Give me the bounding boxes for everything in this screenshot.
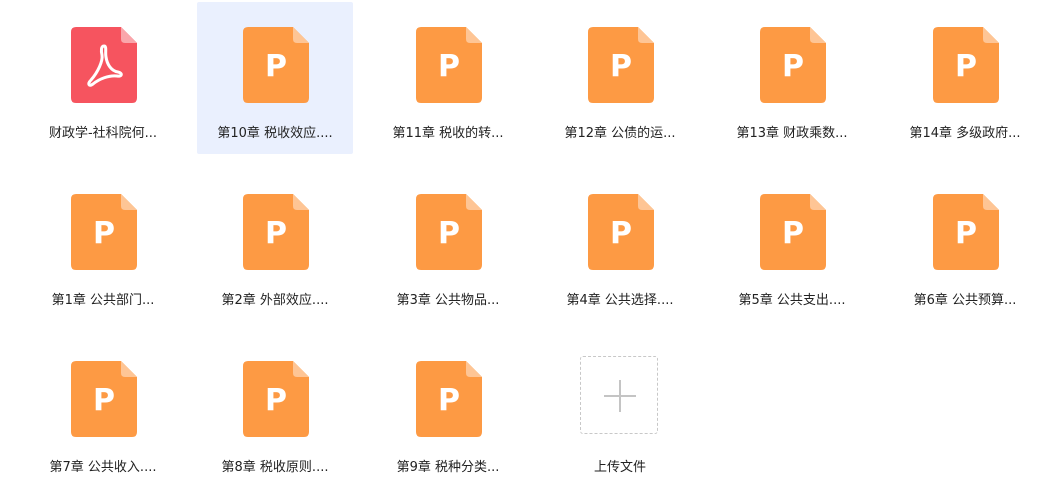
ppt-icon: P	[243, 361, 309, 437]
file-name: 第8章 税收原则....	[221, 460, 329, 475]
file-name: 第2章 外部效应....	[221, 293, 329, 308]
file-name: 第13章 财政乘数...	[736, 126, 848, 141]
svg-text:P: P	[610, 49, 632, 84]
svg-text:P: P	[782, 216, 804, 251]
ppt-icon: P	[416, 27, 482, 103]
file-tile[interactable]: P 第13章 财政乘数...	[714, 2, 870, 154]
file-name: 财政学-社科院何...	[48, 126, 158, 141]
pdf-icon	[71, 27, 137, 103]
file-tile[interactable]: 财政学-社科院何...	[25, 2, 181, 154]
file-name: 第9章 税种分类...	[396, 460, 500, 475]
file-tile[interactable]: P 第2章 外部效应....	[197, 169, 353, 321]
file-name: 第6章 公共预算...	[913, 293, 1017, 308]
file-tile[interactable]: P 第10章 税收效应....	[197, 2, 353, 154]
file-tile[interactable]: P 第14章 多级政府...	[887, 2, 1043, 154]
file-name: 第7章 公共收入....	[49, 460, 157, 475]
upload-tile[interactable]: 上传文件	[542, 336, 698, 488]
svg-text:P: P	[610, 216, 632, 251]
file-tile[interactable]: P 第1章 公共部门...	[25, 169, 181, 321]
plus-icon	[604, 380, 636, 412]
svg-text:P: P	[265, 216, 287, 251]
svg-text:P: P	[782, 49, 804, 84]
ppt-icon: P	[416, 194, 482, 270]
file-tile[interactable]: P 第7章 公共收入....	[25, 336, 181, 488]
file-tile[interactable]: P 第8章 税收原则....	[197, 336, 353, 488]
ppt-icon: P	[416, 361, 482, 437]
ppt-icon: P	[71, 361, 137, 437]
file-name: 第5章 公共支出....	[738, 293, 846, 308]
file-name: 第11章 税收的转...	[392, 126, 504, 141]
file-name: 第12章 公债的运...	[564, 126, 676, 141]
svg-text:P: P	[438, 383, 460, 418]
file-name: 第10章 税收效应....	[217, 126, 333, 141]
ppt-icon: P	[243, 27, 309, 103]
ppt-icon: P	[760, 194, 826, 270]
ppt-icon: P	[71, 194, 137, 270]
file-name: 第3章 公共物品...	[396, 293, 500, 308]
ppt-icon: P	[933, 27, 999, 103]
svg-text:P: P	[438, 49, 460, 84]
svg-text:P: P	[955, 216, 977, 251]
ppt-icon: P	[588, 27, 654, 103]
ppt-icon: P	[933, 194, 999, 270]
ppt-icon: P	[243, 194, 309, 270]
upload-label: 上传文件	[593, 460, 646, 475]
ppt-icon: P	[760, 27, 826, 103]
upload-button[interactable]	[580, 356, 658, 434]
file-tile[interactable]: P 第4章 公共选择....	[542, 169, 698, 321]
file-tile[interactable]: P 第6章 公共预算...	[887, 169, 1043, 321]
file-tile[interactable]: P 第5章 公共支出....	[714, 169, 870, 321]
svg-text:P: P	[93, 216, 115, 251]
file-grid: 财政学-社科院何... P 第10章 税收效应.... P 第11章 税收的转.…	[0, 0, 1044, 491]
ppt-icon: P	[588, 194, 654, 270]
file-tile[interactable]: P 第12章 公债的运...	[542, 2, 698, 154]
svg-text:P: P	[265, 383, 287, 418]
file-tile[interactable]: P 第3章 公共物品...	[370, 169, 526, 321]
file-name: 第1章 公共部门...	[51, 293, 155, 308]
svg-text:P: P	[438, 216, 460, 251]
svg-text:P: P	[955, 49, 977, 84]
svg-text:P: P	[265, 49, 287, 84]
svg-text:P: P	[93, 383, 115, 418]
file-name: 第14章 多级政府...	[909, 126, 1021, 141]
file-tile[interactable]: P 第11章 税收的转...	[370, 2, 526, 154]
file-tile[interactable]: P 第9章 税种分类...	[370, 336, 526, 488]
file-name: 第4章 公共选择....	[566, 293, 674, 308]
